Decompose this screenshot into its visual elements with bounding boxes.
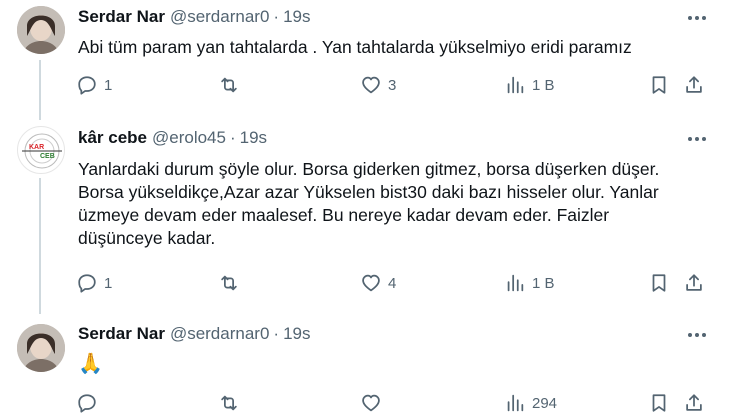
- display-name[interactable]: Serdar Nar: [78, 324, 165, 344]
- separator-dot: ·: [273, 324, 280, 343]
- views-icon: [507, 274, 524, 292]
- avatar[interactable]: [17, 6, 65, 54]
- like-count: 3: [388, 76, 397, 94]
- tweet-text: 🙏: [78, 353, 103, 375]
- share-button[interactable]: [683, 386, 705, 420]
- retweet-icon: [221, 275, 237, 291]
- retweet-button[interactable]: [218, 68, 246, 102]
- bookmark-icon: [652, 394, 666, 412]
- svg-text:KAR: KAR: [29, 144, 44, 151]
- tweet-text-line: üzmeye devam eder maalesef. Bu nereye ka…: [78, 205, 610, 225]
- views-button[interactable]: 294: [504, 386, 557, 420]
- like-icon: [362, 76, 380, 94]
- view-count: 1 B: [532, 274, 555, 292]
- like-icon: [362, 394, 380, 412]
- bookmark-button[interactable]: [648, 266, 670, 300]
- tweet-text-line: Borsa yükseldikçe,Azar azar Yükselen bis…: [78, 182, 659, 202]
- share-button[interactable]: [683, 68, 705, 102]
- tweet-text: Abi tüm param yan tahtalarda . Yan tahta…: [78, 37, 632, 57]
- svg-text:CEB: CEB: [40, 153, 55, 160]
- like-button[interactable]: 4: [360, 266, 396, 300]
- more-icon[interactable]: [683, 127, 711, 151]
- retweet-icon: [221, 77, 237, 93]
- like-count: 4: [388, 274, 397, 292]
- more-icon[interactable]: [683, 6, 711, 30]
- view-count: 1 B: [532, 76, 555, 94]
- reply-button[interactable]: [76, 386, 104, 420]
- logo-icon: KAR CEB: [22, 133, 62, 169]
- person-photo-icon: [17, 324, 65, 372]
- views-button[interactable]: 1 B: [504, 266, 555, 300]
- like-button[interactable]: [360, 386, 388, 420]
- views-icon: [507, 76, 524, 94]
- reply-icon: [78, 274, 96, 293]
- retweet-button[interactable]: [218, 386, 246, 420]
- more-icon[interactable]: [683, 323, 711, 347]
- tweet-text-line: Yanlardaki durum şöyle olur. Borsa gider…: [78, 159, 660, 179]
- timestamp[interactable]: 19s: [283, 7, 310, 27]
- reply-icon: [78, 394, 96, 413]
- share-icon: [686, 394, 702, 411]
- reply-button[interactable]: 1: [76, 68, 112, 102]
- share-icon: [686, 76, 702, 93]
- tweet-text: Yanlardaki durum şöyle olur. Borsa gider…: [78, 158, 718, 250]
- views-icon: [507, 394, 524, 412]
- timestamp[interactable]: 19s: [283, 324, 310, 344]
- avatar[interactable]: [17, 324, 65, 372]
- bookmark-button[interactable]: [648, 386, 670, 420]
- user-handle[interactable]: @serdarnar0: [170, 324, 269, 344]
- action-bar: 1 3 1 B: [66, 68, 716, 102]
- person-photo-icon: [17, 6, 65, 54]
- separator-dot: ·: [273, 7, 280, 26]
- tweet-header: Serdar Nar @serdarnar0 · 19s: [78, 322, 311, 346]
- reply-count: 1: [104, 76, 113, 94]
- user-handle[interactable]: @erolo45: [152, 128, 226, 148]
- tweet[interactable]: Serdar Nar @serdarnar0 · 19s 🙏 294: [0, 318, 730, 420]
- user-handle[interactable]: @serdarnar0: [170, 7, 269, 27]
- views-button[interactable]: 1 B: [504, 68, 555, 102]
- tweet[interactable]: Serdar Nar @serdarnar0 · 19s Abi tüm par…: [0, 0, 730, 110]
- tweet-header: Serdar Nar @serdarnar0 · 19s: [78, 5, 311, 29]
- bookmark-icon: [652, 274, 666, 292]
- like-icon: [362, 274, 380, 292]
- action-bar: 1 4 1 B: [66, 266, 716, 300]
- share-icon: [686, 274, 702, 291]
- avatar[interactable]: KAR CEB: [17, 126, 65, 174]
- like-button[interactable]: 3: [360, 68, 396, 102]
- reply-count: 1: [104, 274, 113, 292]
- bookmark-button[interactable]: [648, 68, 670, 102]
- reply-button[interactable]: 1: [76, 266, 112, 300]
- retweet-button[interactable]: [218, 266, 246, 300]
- view-count: 294: [532, 394, 558, 412]
- timestamp[interactable]: 19s: [240, 128, 267, 148]
- retweet-icon: [221, 395, 237, 411]
- reply-icon: [78, 76, 96, 95]
- action-bar: 294: [66, 386, 716, 420]
- tweet-header: kâr cebe @erolo45 · 19s: [78, 126, 267, 150]
- tweet-text-line: düşünceye kadar.: [78, 228, 216, 248]
- share-button[interactable]: [683, 266, 705, 300]
- display-name[interactable]: kâr cebe: [78, 128, 147, 148]
- bookmark-icon: [652, 76, 666, 94]
- separator-dot: ·: [229, 128, 236, 147]
- tweet[interactable]: KAR CEB kâr cebe @erolo45 · 19s Yanlarda…: [0, 122, 730, 312]
- display-name[interactable]: Serdar Nar: [78, 7, 165, 27]
